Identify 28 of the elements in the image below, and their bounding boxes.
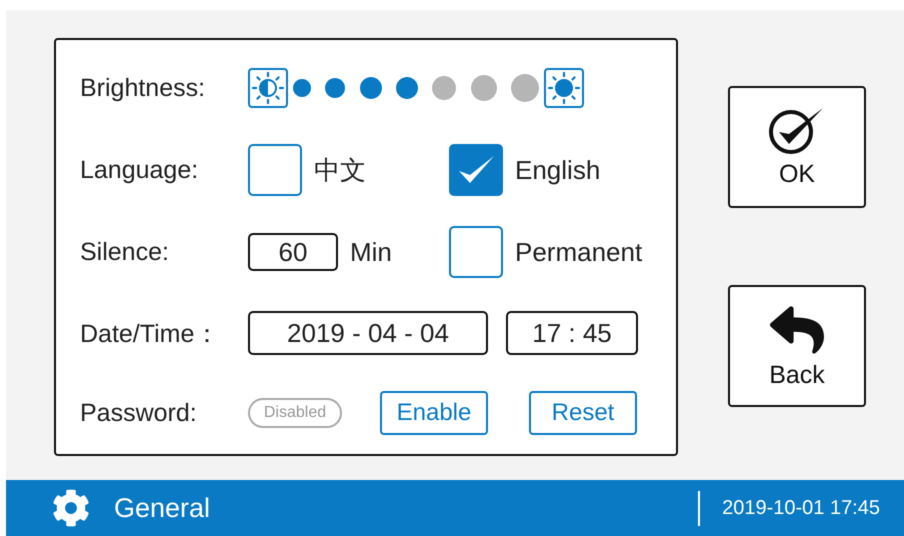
status-pill: Disabled xyxy=(248,398,342,428)
row-label: Brightness: xyxy=(80,74,206,102)
date-field[interactable]: 2019 - 04 - 04 xyxy=(248,311,488,355)
unit-label: Min xyxy=(350,236,392,268)
high-brightness-icon xyxy=(547,71,581,105)
status-title: General xyxy=(114,492,212,524)
reset-button[interactable]: Reset xyxy=(529,391,637,435)
status-datetime: 2019-10-01 17:45 xyxy=(698,490,904,526)
row-label: Date/Time： xyxy=(80,318,220,350)
brightness-dots[interactable] xyxy=(292,74,540,102)
option-label: Permanent xyxy=(515,236,642,268)
settings-icon xyxy=(52,489,90,527)
checkbox[interactable] xyxy=(449,144,503,196)
row-label: Language: xyxy=(80,156,200,184)
low-brightness-icon xyxy=(251,71,285,105)
checkbox[interactable] xyxy=(248,144,302,196)
row-label: Silence: xyxy=(80,238,170,266)
brightness-up-button[interactable] xyxy=(544,68,584,108)
option-label: 中文 xyxy=(314,154,366,186)
back-button[interactable]: Back xyxy=(728,285,866,407)
ok-button[interactable]: OK xyxy=(728,86,866,208)
time-field[interactable]: 17 : 45 xyxy=(506,311,638,355)
checkbox[interactable] xyxy=(449,226,503,278)
minutes-field[interactable]: 60 xyxy=(248,233,338,271)
option-label: English xyxy=(515,154,600,186)
enable-button[interactable]: Enable xyxy=(380,391,488,435)
brightness-down-button[interactable] xyxy=(248,68,288,108)
row-label: Password: xyxy=(80,398,198,428)
